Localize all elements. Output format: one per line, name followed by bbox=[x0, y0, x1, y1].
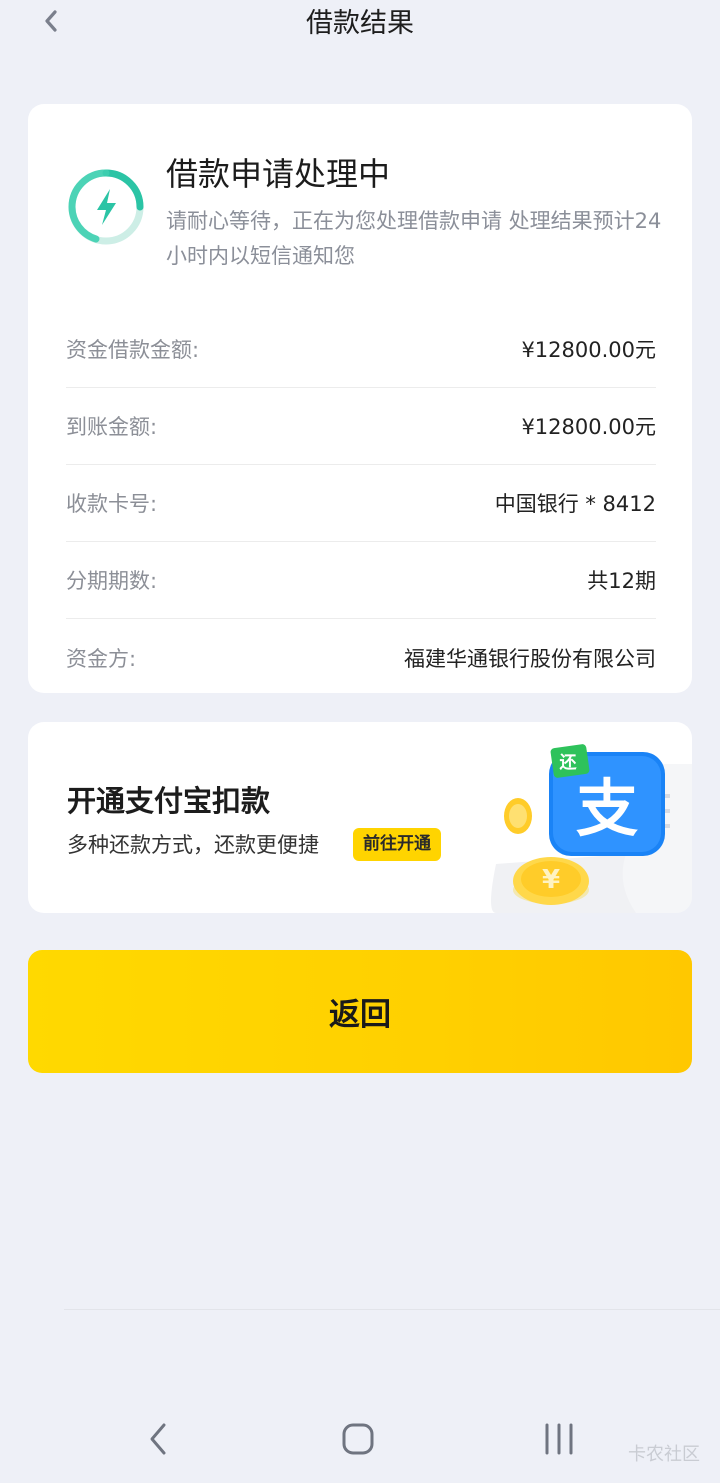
detail-row-installments: 分期期数: 共12期 bbox=[66, 542, 656, 619]
detail-row-received-amount: 到账金额: ¥12800.00元 bbox=[66, 388, 656, 465]
nav-home-icon[interactable] bbox=[340, 1421, 376, 1457]
return-button[interactable]: 返回 bbox=[28, 950, 692, 1073]
loan-status-card: 借款申请处理中 请耐心等待，正在为您处理借款申请 处理结果预计24小时内以短信通… bbox=[28, 104, 692, 693]
detail-row-funder: 资金方: 福建华通银行股份有限公司 bbox=[66, 619, 656, 696]
status-title: 借款申请处理中 bbox=[166, 155, 391, 193]
detail-value: 共12期 bbox=[587, 569, 656, 593]
alipay-illustration-icon: ¥ 支 还 bbox=[491, 744, 692, 913]
detail-row-loan-amount: 资金借款金额: ¥12800.00元 bbox=[66, 311, 656, 388]
promo-subtitle: 多种还款方式，还款更便捷 bbox=[67, 833, 319, 857]
detail-label: 资金方: bbox=[66, 646, 137, 671]
alipay-promo-card[interactable]: 开通支付宝扣款 多种还款方式，还款更便捷 前往开通 ¥ 支 还 bbox=[28, 722, 692, 913]
nav-recents-icon[interactable] bbox=[540, 1421, 580, 1457]
detail-label: 到账金额: bbox=[66, 415, 158, 439]
art-repay-tag: 还 bbox=[559, 753, 578, 773]
lightning-progress-icon bbox=[68, 169, 144, 245]
detail-label: 收款卡号: bbox=[66, 492, 158, 516]
loan-detail-list: 资金借款金额: ¥12800.00元 到账金额: ¥12800.00元 收款卡号… bbox=[66, 311, 656, 696]
system-nav-bar bbox=[0, 1395, 720, 1483]
detail-value: ¥12800.00元 bbox=[521, 338, 656, 362]
detail-row-card-number: 收款卡号: 中国银行 * 8412 bbox=[66, 465, 656, 542]
open-alipay-button[interactable]: 前往开通 bbox=[353, 828, 441, 861]
detail-value: ¥12800.00元 bbox=[521, 415, 656, 439]
art-alipay-glyph: 支 bbox=[576, 772, 638, 845]
detail-value: 福建华通银行股份有限公司 bbox=[404, 646, 656, 671]
status-description: 请耐心等待，正在为您处理借款申请 处理结果预计24小时内以短信通知您 bbox=[166, 209, 662, 268]
nav-back-icon[interactable] bbox=[143, 1419, 173, 1459]
detail-value: 中国银行 * 8412 bbox=[494, 492, 656, 516]
header: 借款结果 bbox=[0, 0, 720, 48]
art-coin-symbol: ¥ bbox=[542, 865, 560, 895]
detail-label: 资金借款金额: bbox=[66, 338, 200, 362]
watermark: 卡农社区 bbox=[628, 1444, 700, 1465]
page-title: 借款结果 bbox=[306, 8, 414, 39]
detail-label: 分期期数: bbox=[66, 569, 158, 593]
promo-title: 开通支付宝扣款 bbox=[67, 784, 271, 818]
divider bbox=[64, 1309, 720, 1310]
